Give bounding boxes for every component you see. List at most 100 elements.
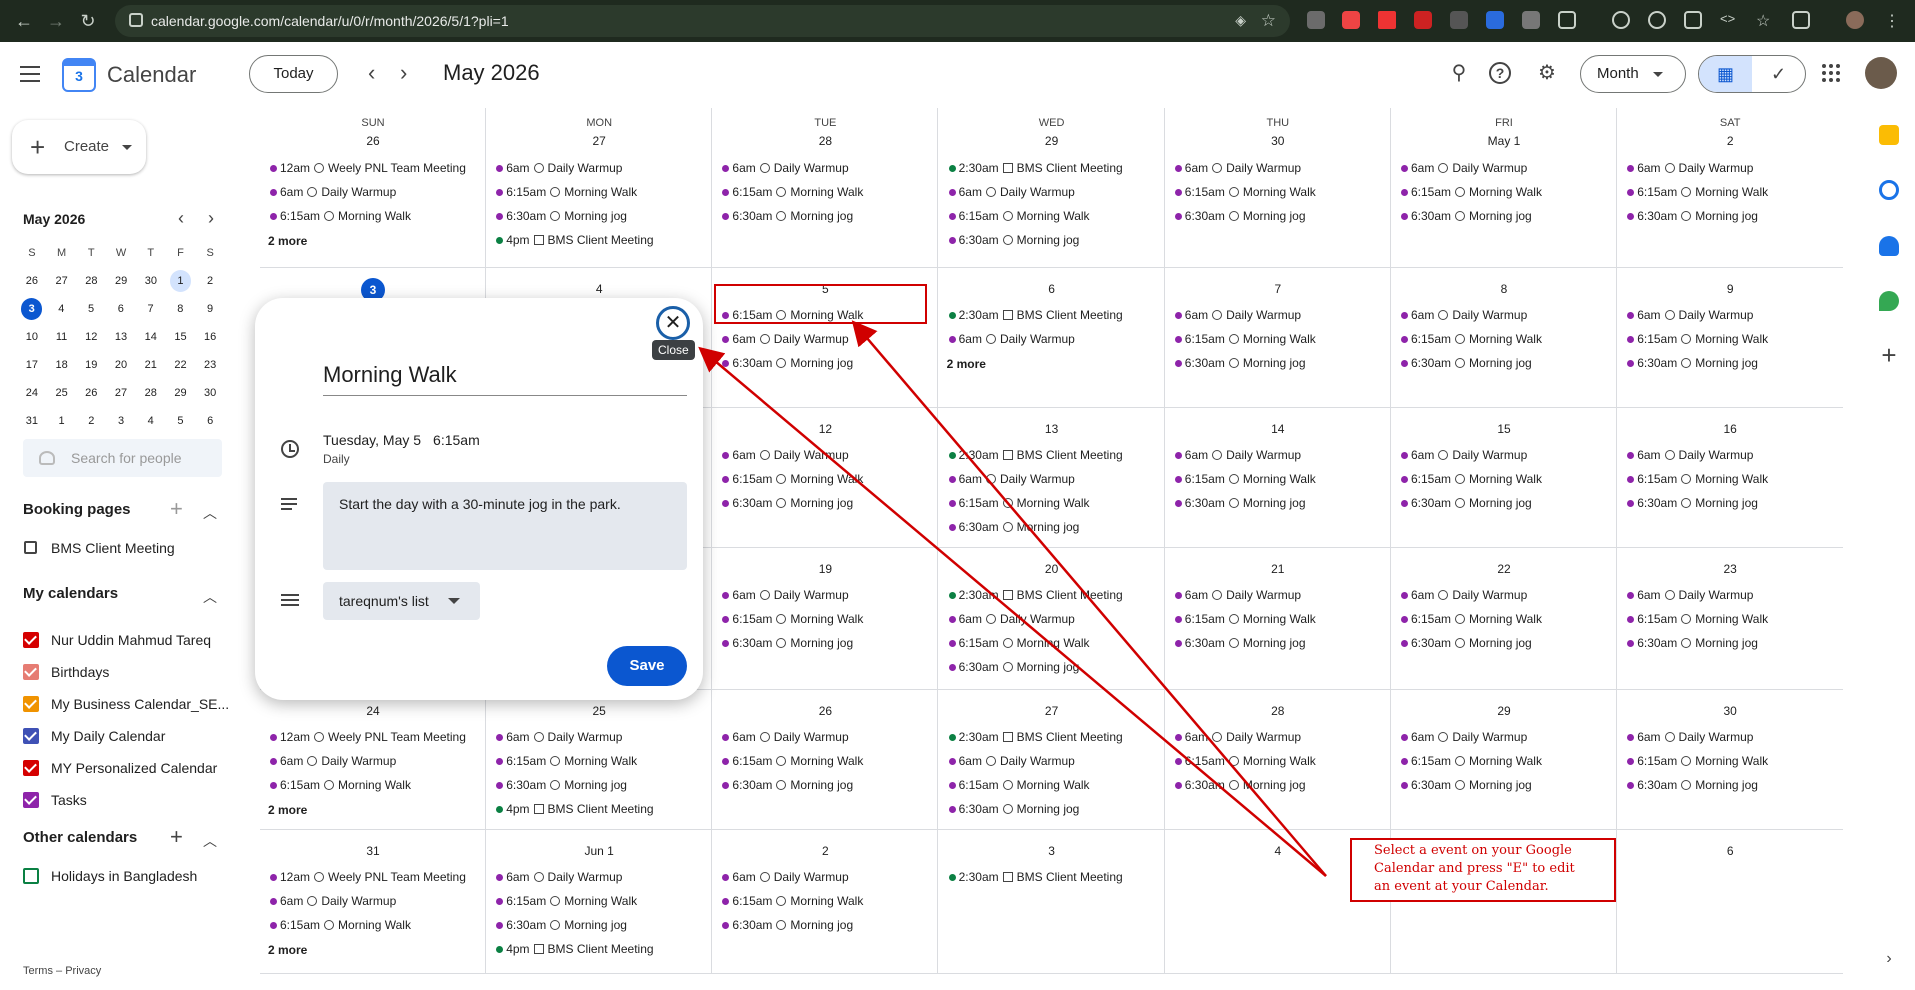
more-events-link[interactable]: 2 more xyxy=(268,943,307,957)
event-chip[interactable]: 6am Daily Warmup xyxy=(1399,727,1613,747)
day-cell[interactable]: 29 2:30am BMS Client Meeting 6am Daily Warmu… xyxy=(939,108,1165,268)
event-chip[interactable]: 6:30am Morning jog xyxy=(947,799,1161,819)
event-chip[interactable]: 12am Weely PNL Team Meeting xyxy=(268,727,482,747)
mini-day[interactable]: 28 xyxy=(77,269,107,297)
day-cell[interactable]: 29 6am Daily Warmup 6:15am Morning Walk 6:30a… xyxy=(1391,690,1617,830)
mini-day[interactable]: 2 xyxy=(195,269,225,297)
day-cell[interactable]: 6 2:30am BMS Client Meeting 6am Daily Warmup… xyxy=(939,268,1165,408)
day-number[interactable]: 24 xyxy=(260,704,486,718)
day-number[interactable]: 31 xyxy=(260,844,486,858)
terms-link[interactable]: Terms xyxy=(23,965,53,977)
day-cell[interactable]: 21 6am Daily Warmup 6:15am Morning Walk 6:30a… xyxy=(1165,548,1391,690)
more-events-link[interactable]: 2 more xyxy=(947,357,986,371)
event-chip[interactable]: 6am Daily Warmup xyxy=(720,445,934,465)
event-chip[interactable]: 6:15am Morning Walk xyxy=(1399,609,1613,629)
day-cell[interactable]: 25 6am Daily Warmup 6:15am Morning Walk 6:30a… xyxy=(486,690,712,830)
day-cell[interactable]: 30 6am Daily Warmup 6:15am Morning Walk 6:30a… xyxy=(1165,108,1391,268)
day-number[interactable]: 26 xyxy=(712,704,938,718)
event-chip[interactable]: 4pm BMS Client Meeting xyxy=(494,230,708,250)
event-chip[interactable]: 6am Daily Warmup xyxy=(268,891,482,911)
add-other-calendar-icon[interactable]: + xyxy=(170,824,183,850)
mini-day[interactable]: 15 xyxy=(166,325,196,353)
event-chip[interactable]: 6:30am Morning jog xyxy=(947,230,1161,250)
day-cell[interactable]: 2 6am Daily Warmup 6:15am Morning Walk 6:30am… xyxy=(1617,108,1843,268)
calendar-checkbox[interactable] xyxy=(23,664,39,680)
day-number[interactable]: 7 xyxy=(1165,282,1391,296)
event-chip[interactable]: 6:15am Morning Walk xyxy=(1625,751,1839,771)
google-apps-icon[interactable] xyxy=(1822,64,1840,82)
day-number[interactable]: 15 xyxy=(1391,422,1617,436)
add-booking-icon[interactable]: + xyxy=(170,496,183,522)
mini-day[interactable]: 1 xyxy=(47,409,77,437)
day-cell[interactable]: 6 xyxy=(1617,830,1843,974)
day-number[interactable]: 22 xyxy=(1391,562,1617,576)
day-number[interactable]: May 1 xyxy=(1391,134,1617,148)
event-chip[interactable]: 6:30am Morning jog xyxy=(1625,633,1839,653)
event-chip[interactable]: 6am Daily Warmup xyxy=(720,585,934,605)
mini-day[interactable]: 27 xyxy=(47,269,77,297)
trash-icon[interactable] xyxy=(1792,11,1810,29)
mini-day[interactable]: 3 xyxy=(106,409,136,437)
event-chip[interactable]: 2:30am BMS Client Meeting xyxy=(947,445,1161,465)
event-chip[interactable]: 6:15am Morning Walk xyxy=(268,775,482,795)
profile-avatar-icon[interactable] xyxy=(1846,11,1864,29)
event-chip[interactable]: 6:15am Morning Walk xyxy=(268,206,482,226)
back-icon[interactable]: ← xyxy=(8,11,40,32)
day-cell[interactable]: May 1 6am Daily Warmup 6:15am Morning Walk 6:… xyxy=(1391,108,1617,268)
day-cell[interactable]: 16 6am Daily Warmup 6:15am Morning Walk 6:30a… xyxy=(1617,408,1843,548)
event-chip[interactable]: 6am Daily Warmup xyxy=(1173,727,1387,747)
day-cell[interactable]: 26 6am Daily Warmup 6:15am Morning Walk 6:30a… xyxy=(712,690,938,830)
event-chip[interactable]: 6:15am Morning Walk xyxy=(1399,182,1613,202)
mini-day[interactable]: 10 xyxy=(17,325,47,353)
calendar-checkbox[interactable] xyxy=(23,696,39,712)
event-chip[interactable]: 6:30am Morning jog xyxy=(720,353,934,373)
favorites-icon[interactable]: ☆ xyxy=(1756,11,1774,30)
extension-icon[interactable] xyxy=(1450,11,1468,29)
day-number[interactable]: 6 xyxy=(939,282,1165,296)
event-chip[interactable]: 6am Daily Warmup xyxy=(268,751,482,771)
event-chip[interactable]: 6am Daily Warmup xyxy=(1399,158,1613,178)
event-chip[interactable]: 6:15am Morning Walk xyxy=(268,915,482,935)
event-chip[interactable]: 6am Daily Warmup xyxy=(1625,727,1839,747)
other-calendars-title[interactable]: Other calendars xyxy=(23,829,137,846)
day-number[interactable]: 19 xyxy=(712,562,938,576)
event-title-input[interactable]: Morning Walk xyxy=(323,362,687,396)
mini-day[interactable]: 2 xyxy=(76,409,106,437)
event-chip[interactable]: 6am Daily Warmup xyxy=(1173,585,1387,605)
day-number[interactable]: 8 xyxy=(1391,282,1617,296)
event-chip[interactable]: 6:30am Morning jog xyxy=(947,657,1161,677)
prev-month-icon[interactable]: ‹ xyxy=(368,60,375,86)
mini-day[interactable]: 28 xyxy=(136,381,166,409)
calendar-checkbox[interactable] xyxy=(23,632,39,648)
event-chip[interactable]: 6:15am Morning Walk xyxy=(1625,609,1839,629)
event-chip[interactable]: 6:30am Morning jog xyxy=(1173,206,1387,226)
mini-day[interactable]: 20 xyxy=(106,353,136,381)
day-cell[interactable]: 26 12am Weely PNL Team Meeting 6am Daily War… xyxy=(260,108,486,268)
day-number[interactable]: 28 xyxy=(1165,704,1391,718)
mini-day[interactable]: 17 xyxy=(17,353,47,381)
calendar-item[interactable]: My Daily Calendar xyxy=(23,726,233,750)
event-chip[interactable]: 6:30am Morning jog xyxy=(1173,775,1387,795)
mini-day[interactable]: 19 xyxy=(76,353,106,381)
day-cell[interactable]: 9 6am Daily Warmup 6:15am Morning Walk 6:30am… xyxy=(1617,268,1843,408)
event-chip[interactable]: 6:15am Morning Walk xyxy=(947,493,1161,513)
event-chip[interactable]: 6:30am Morning jog xyxy=(720,775,934,795)
mini-day[interactable]: 13 xyxy=(106,325,136,353)
event-chip[interactable]: 2:30am BMS Client Meeting xyxy=(947,727,1161,747)
event-chip[interactable]: 6am Daily Warmup xyxy=(1399,585,1613,605)
tasks-view-icon[interactable]: ✓ xyxy=(1752,56,1805,92)
event-chip[interactable]: 6:15am Morning Walk xyxy=(720,182,934,202)
day-cell[interactable]: 2 6am Daily Warmup 6:15am Morning Walk 6:30am… xyxy=(712,830,938,974)
day-cell[interactable]: 15 6am Daily Warmup 6:15am Morning Walk 6:30a… xyxy=(1391,408,1617,548)
help-icon[interactable]: ? xyxy=(1489,62,1511,84)
event-chip[interactable]: 6am Daily Warmup xyxy=(494,158,708,178)
event-chip[interactable]: 6:30am Morning jog xyxy=(1625,775,1839,795)
event-chip[interactable]: 6am Daily Warmup xyxy=(1399,305,1613,325)
event-chip[interactable]: 6am Daily Warmup xyxy=(947,751,1161,771)
tasks-icon[interactable] xyxy=(1879,180,1899,200)
settings-gear-icon[interactable]: ⚙ xyxy=(1534,60,1560,86)
close-icon[interactable]: ✕ xyxy=(656,306,690,340)
calendar-view-icon[interactable]: ▦ xyxy=(1699,56,1752,92)
event-chip[interactable]: 6:15am Morning Walk xyxy=(1173,609,1387,629)
event-chip[interactable]: 6:30am Morning jog xyxy=(720,633,934,653)
